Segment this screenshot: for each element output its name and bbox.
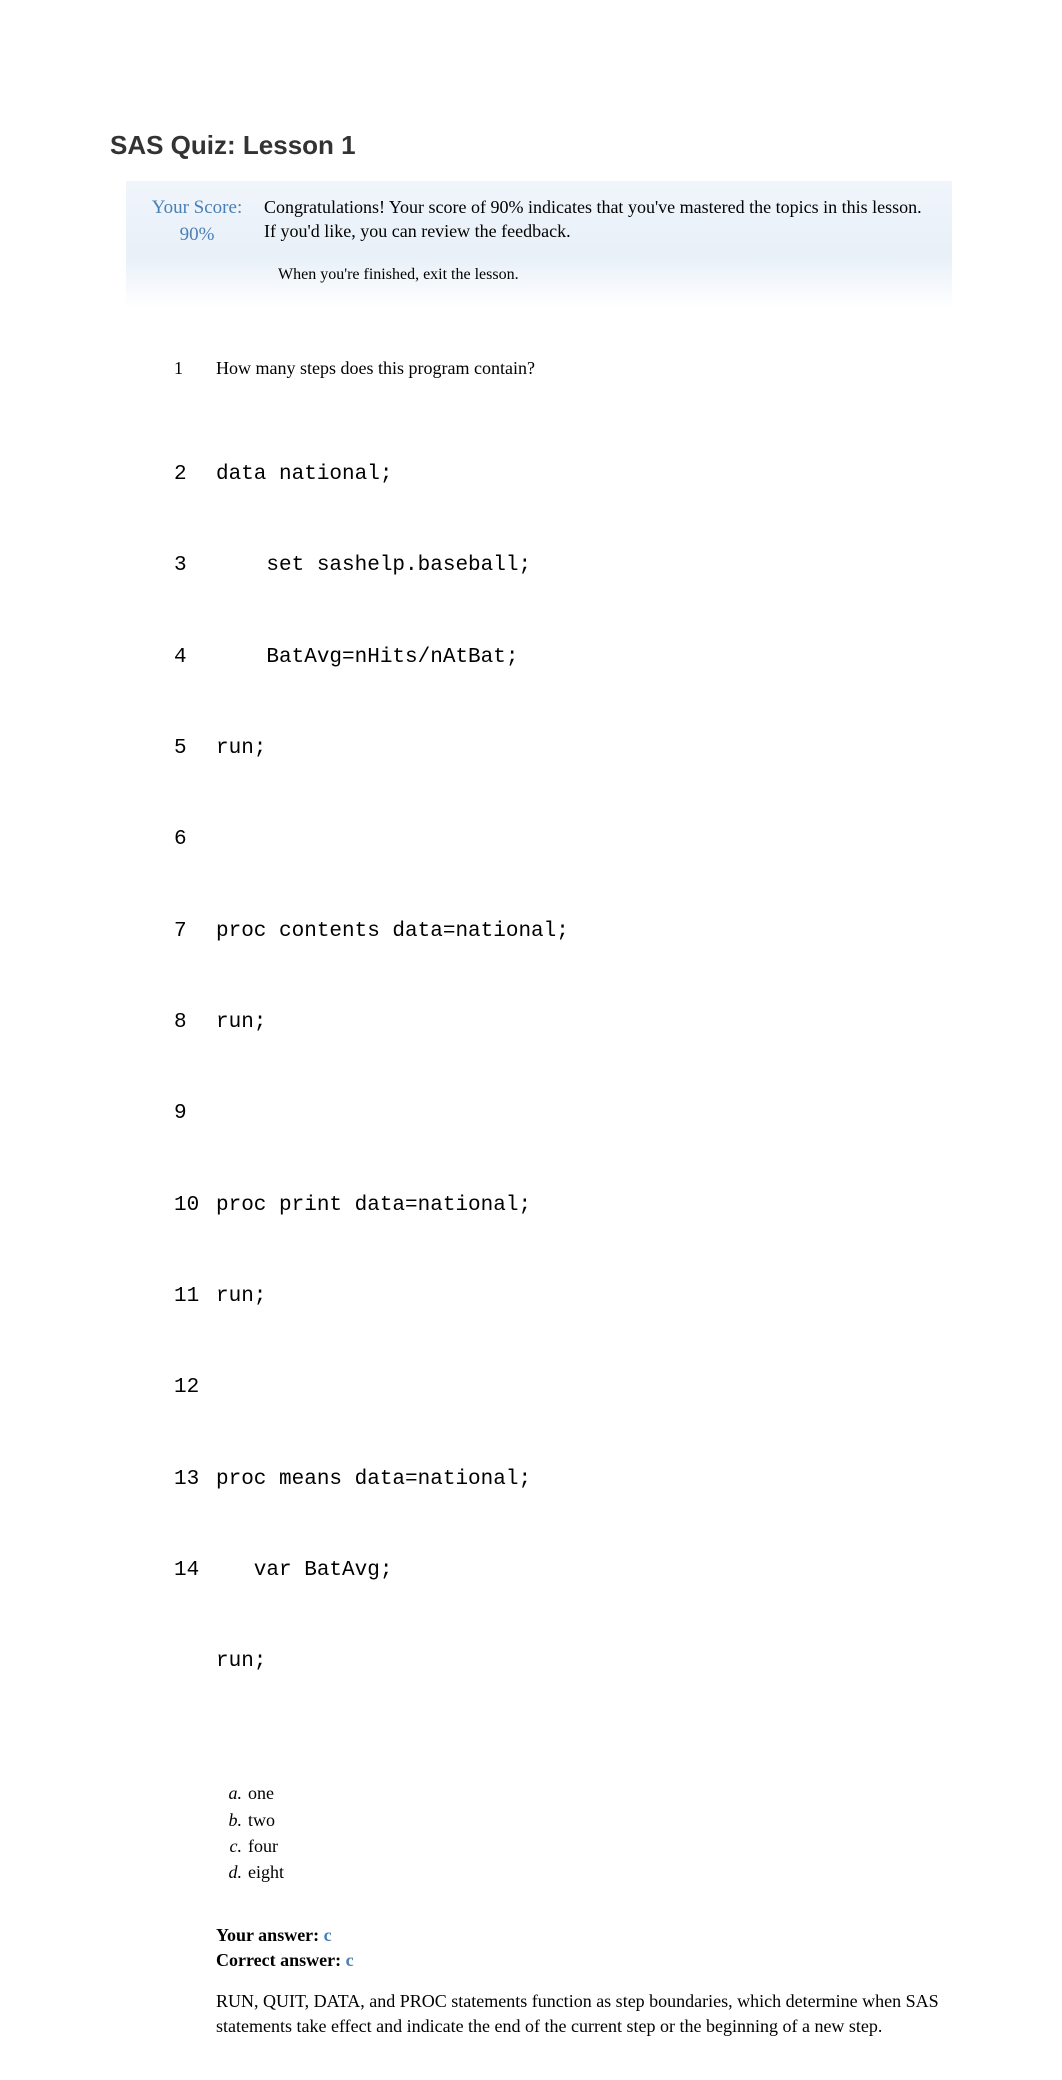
- option-letter: a.: [222, 1780, 248, 1806]
- code-text: data national;: [216, 460, 392, 490]
- code-line-number: 4: [174, 643, 216, 673]
- score-message: Congratulations! Your score of 90% indic…: [264, 195, 934, 244]
- option-text: eight: [248, 1859, 952, 1885]
- answer-explanation: RUN, QUIT, DATA, and PROC statements fun…: [216, 1989, 952, 2039]
- code-text: run;: [216, 1008, 266, 1038]
- score-finish-note: When you're finished, exit the lesson.: [278, 266, 934, 284]
- score-label-column: Your Score: 90%: [144, 195, 264, 248]
- code-line: 4 BatAvg=nHits/nAtBat;: [174, 643, 952, 673]
- code-line-number: 2: [174, 460, 216, 490]
- code-line: 7proc contents data=national;: [174, 917, 952, 947]
- options-list: a. one b. two c. four d. eight: [222, 1780, 952, 1884]
- code-line-number: 12: [174, 1373, 216, 1403]
- option-b: b. two: [222, 1807, 952, 1833]
- option-a: a. one: [222, 1780, 952, 1806]
- code-line-number: 9: [174, 1099, 216, 1129]
- question-number: 1: [174, 358, 216, 379]
- question-text: How many steps does this program contain…: [216, 358, 952, 379]
- code-line: 2data national;: [174, 460, 952, 490]
- option-text: one: [248, 1780, 952, 1806]
- your-answer-label: Your answer:: [216, 1925, 324, 1945]
- option-letter: c.: [222, 1833, 248, 1859]
- code-text: run;: [216, 1647, 266, 1677]
- code-line-number: 14: [174, 1556, 216, 1586]
- code-block: 2data national; 3 set sashelp.baseball; …: [174, 399, 952, 1738]
- code-line: 12: [174, 1373, 952, 1403]
- your-answer-value: c: [324, 1925, 332, 1945]
- code-text: run;: [216, 734, 266, 764]
- code-line: 6: [174, 825, 952, 855]
- code-line-number: 11: [174, 1282, 216, 1312]
- code-line: 3 set sashelp.baseball;: [174, 551, 952, 581]
- question-container: 1 How many steps does this program conta…: [174, 358, 952, 2039]
- code-text: run;: [216, 1282, 266, 1312]
- code-line-number: 6: [174, 825, 216, 855]
- score-percent: 90%: [144, 222, 250, 249]
- correct-answer-value: c: [346, 1950, 354, 1970]
- correct-answer-line: Correct answer: c: [216, 1948, 952, 1973]
- code-line-number: [174, 1647, 216, 1677]
- answers-block: Your answer: c Correct answer: c: [216, 1923, 952, 1973]
- option-letter: b.: [222, 1807, 248, 1833]
- code-line-number: 13: [174, 1465, 216, 1495]
- code-text: proc contents data=national;: [216, 917, 569, 947]
- code-line-number: 8: [174, 1008, 216, 1038]
- score-label: Your Score:: [152, 197, 242, 218]
- code-line: 10proc print data=national;: [174, 1191, 952, 1221]
- code-line: 11run;: [174, 1282, 952, 1312]
- code-text: BatAvg=nHits/nAtBat;: [216, 643, 518, 673]
- correct-answer-label: Correct answer:: [216, 1950, 346, 1970]
- code-line-number: 3: [174, 551, 216, 581]
- code-text: proc print data=national;: [216, 1191, 531, 1221]
- page-title: SAS Quiz: Lesson 1: [110, 130, 952, 161]
- option-letter: d.: [222, 1859, 248, 1885]
- code-line-number: 10: [174, 1191, 216, 1221]
- code-line-number: 5: [174, 734, 216, 764]
- code-line: 9: [174, 1099, 952, 1129]
- code-line: run;: [174, 1647, 952, 1677]
- code-text: proc means data=national;: [216, 1465, 531, 1495]
- option-text: two: [248, 1807, 952, 1833]
- option-d: d. eight: [222, 1859, 952, 1885]
- option-c: c. four: [222, 1833, 952, 1859]
- code-line: 5run;: [174, 734, 952, 764]
- your-answer-line: Your answer: c: [216, 1923, 952, 1948]
- code-text: set sashelp.baseball;: [216, 551, 531, 581]
- code-line: 13proc means data=national;: [174, 1465, 952, 1495]
- option-text: four: [248, 1833, 952, 1859]
- code-line: 14 var BatAvg;: [174, 1556, 952, 1586]
- code-line-number: 7: [174, 917, 216, 947]
- score-panel: Your Score: 90% Congratulations! Your sc…: [126, 181, 952, 308]
- code-text: var BatAvg;: [216, 1556, 392, 1586]
- code-line: 8run;: [174, 1008, 952, 1038]
